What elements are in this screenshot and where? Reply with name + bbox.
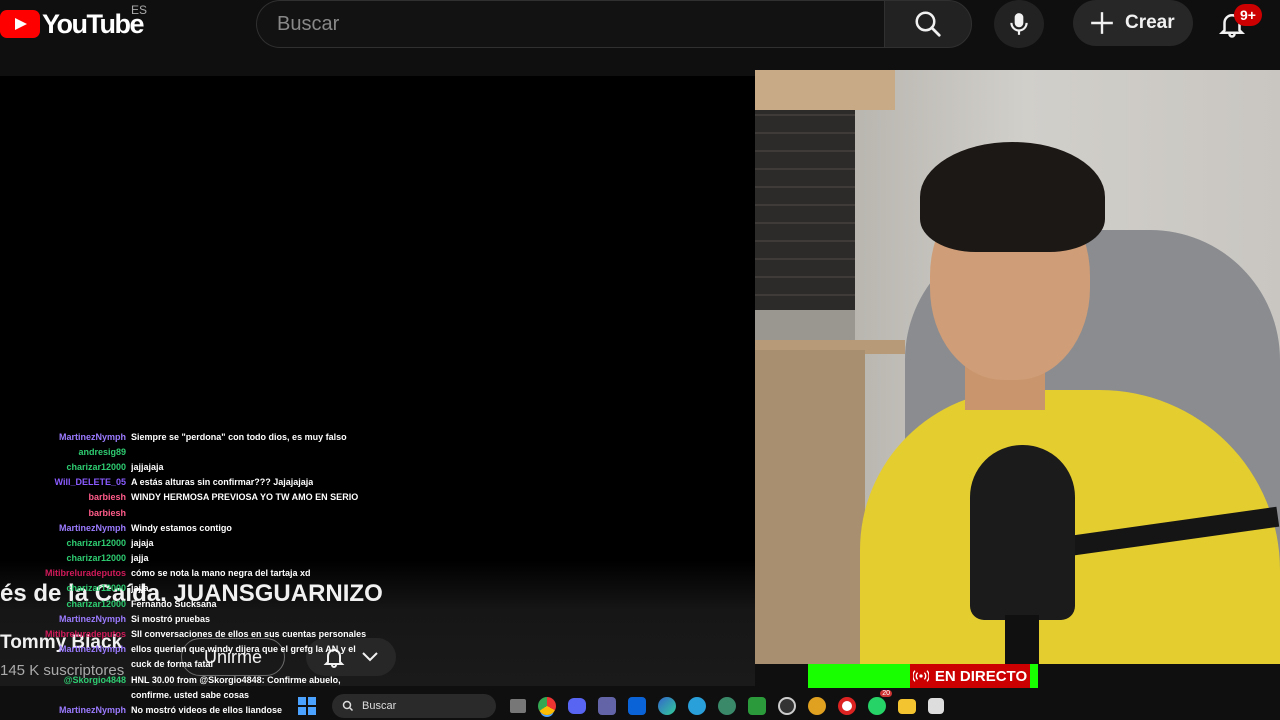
whatsapp-icon[interactable]: 20: [868, 690, 892, 715]
youtube-play-icon: [0, 10, 40, 38]
youtube-logo[interactable]: YouTube: [0, 8, 144, 40]
voice-search-button[interactable]: [994, 0, 1044, 48]
chat-message: charizar12000 jajja: [0, 551, 400, 566]
chat-message: charizar12000 jajja: [0, 581, 400, 596]
chat-message-text: jajjajaja: [131, 461, 164, 472]
search-button[interactable]: [884, 0, 972, 48]
file-explorer-icon[interactable]: [898, 698, 916, 714]
chat-username[interactable]: barbiesh: [0, 508, 131, 518]
broadcast-icon: [912, 670, 929, 682]
live-badge: EN DIRECTO: [910, 664, 1030, 688]
chat-username[interactable]: MartinezNymph: [0, 523, 131, 533]
photos-icon[interactable]: [838, 697, 856, 715]
chat-username[interactable]: @Skorgio4848: [0, 675, 131, 685]
chat-message: charizar12000 Fernando Sucksana: [0, 596, 400, 611]
chat-message: Mitibreluradeputos cómo se nota la mano n…: [0, 566, 400, 581]
chat-message: andresig89: [0, 444, 400, 459]
snipping-tool-icon[interactable]: [928, 698, 944, 714]
microphone: [970, 445, 1075, 620]
outlook-icon[interactable]: [628, 697, 646, 715]
live-chat-overlay: MartinezNymph Siempre se "perdona" con to…: [0, 429, 400, 718]
taskbar-search[interactable]: Buscar: [332, 694, 496, 718]
microphone-stem: [1005, 615, 1039, 664]
search-icon: [342, 700, 354, 712]
bookcase: [755, 350, 865, 664]
chat-username[interactable]: charizar12000: [0, 462, 131, 472]
top-bar: YouTube ES Crear 9+: [0, 0, 1280, 56]
chat-username[interactable]: Will_DELETE_05: [0, 477, 131, 487]
notification-badge: 9+: [1234, 4, 1262, 26]
chat-message-text: Windy estamos contigo: [131, 522, 232, 533]
chat-message-text: No mostró videos de ellos liandose: [131, 704, 283, 715]
chat-message-text: Siempre se "perdona" con todo dios, es m…: [131, 431, 347, 442]
chat-username[interactable]: charizar12000: [0, 583, 131, 593]
chat-message: cuck de forma fatal: [0, 657, 400, 672]
chat-username[interactable]: MartinezNymph: [0, 644, 131, 654]
globe-icon[interactable]: [718, 697, 736, 715]
chat-message: MartinezNymph Windy estamos contigo: [0, 520, 400, 535]
create-label: Crear: [1125, 12, 1175, 33]
telegram-icon[interactable]: [688, 697, 706, 715]
camtasia-icon[interactable]: [748, 697, 766, 715]
chat-message-text: Si mostró pruebas: [131, 613, 211, 624]
plus-icon: [1091, 12, 1113, 34]
chat-username[interactable]: charizar12000: [0, 538, 131, 548]
chat-message: Mitibreluradeputos SII conversaciones de …: [0, 626, 400, 641]
brick-wall: [755, 80, 855, 310]
chat-username[interactable]: Mitibreluradeputos: [0, 568, 131, 578]
country-code: ES: [131, 3, 148, 17]
chat-username[interactable]: MartinezNymph: [0, 614, 131, 624]
chat-message-text: A estás alturas sin confirmar??? Jajajaj…: [131, 477, 314, 488]
chat-username[interactable]: MartinezNymph: [0, 432, 131, 442]
chat-username[interactable]: charizar12000: [0, 599, 131, 609]
chat-message: barbiesh WINDY HERMOSA PREVIOSA YO TW AMO…: [0, 490, 400, 505]
chat-message: charizar12000 jajaja: [0, 535, 400, 550]
chat-username[interactable]: MartinezNymph: [0, 705, 131, 715]
chat-message-text: WINDY HERMOSA PREVIOSA YO TW AMO EN SERI…: [131, 492, 359, 503]
chat-message: Will_DELETE_05 A estás alturas sin confir…: [0, 475, 400, 490]
live-label: EN DIRECTO: [934, 667, 1028, 685]
chat-message-text: HNL 30.00 from @Skorgio4848: Confirme ab…: [131, 674, 341, 685]
chat-message: MartinezNymph Si mostró pruebas: [0, 611, 400, 626]
chat-message-text: Fernando Sucksana: [131, 598, 217, 609]
microphone-icon: [1010, 13, 1028, 35]
chat-message: MartinezNymph ellos querian que windy dij…: [0, 642, 400, 657]
whatsapp-badge: 20: [880, 690, 892, 697]
streamer-hair: [920, 142, 1105, 252]
taskbar-search-label: Buscar: [362, 700, 397, 712]
search-input[interactable]: [277, 12, 885, 36]
chat-message-text: jajja: [131, 583, 149, 594]
webcam-overlay: [755, 70, 1280, 664]
chat-message: @Skorgio4848 HNL 30.00 from @Skorgio4848:…: [0, 672, 400, 687]
chrome-icon[interactable]: [538, 697, 556, 715]
obs-icon[interactable]: [778, 697, 796, 715]
logo-text: YouTube: [42, 8, 144, 39]
chat-message-text: cuck de forma fatal: [131, 659, 214, 670]
chat-username[interactable]: Mitibreluradeputos: [0, 629, 131, 639]
edge-icon[interactable]: [658, 697, 676, 715]
app-icon[interactable]: [808, 697, 826, 715]
chat-message: barbiesh: [0, 505, 400, 520]
chat-message: MartinezNymph Siempre se "perdona" con to…: [0, 429, 400, 444]
chat-message-text: jajaja: [131, 537, 154, 548]
windows-icon: [298, 697, 316, 715]
search-icon: [915, 11, 941, 37]
start-button[interactable]: [296, 695, 318, 717]
teams-icon[interactable]: [598, 697, 616, 715]
task-view-icon[interactable]: [510, 699, 526, 713]
chat-message: charizar12000 jajjajaja: [0, 459, 400, 474]
chat-message-text: ellos querian que windy dijera que el gr…: [131, 644, 356, 655]
discord-icon[interactable]: [568, 698, 586, 714]
chat-message-text: cómo se nota la mano negra del tartaja x…: [131, 568, 311, 579]
chat-message-text: jajja: [131, 553, 149, 564]
chat-message-text: SII conversaciones de ellos en sus cuent…: [131, 629, 367, 640]
taskbar: Buscar 20: [290, 690, 1010, 720]
shelf: [755, 70, 895, 110]
chat-username[interactable]: charizar12000: [0, 553, 131, 563]
create-button[interactable]: Crear: [1073, 0, 1193, 46]
chat-username[interactable]: barbiesh: [0, 492, 131, 502]
chat-username[interactable]: andresig89: [0, 447, 131, 457]
search-box[interactable]: [256, 0, 885, 48]
chat-message-text: confirme. usted sabe cosas: [131, 689, 250, 700]
